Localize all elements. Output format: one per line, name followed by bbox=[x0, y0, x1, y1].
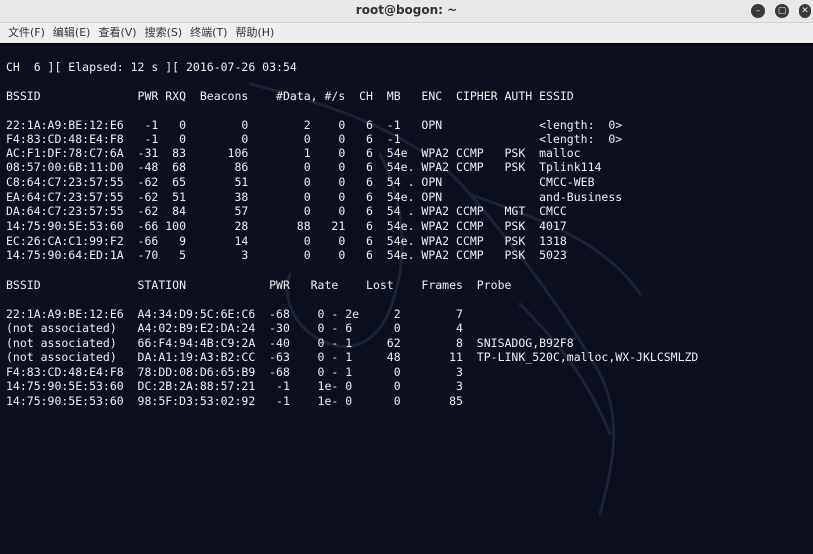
menu-file[interactable]: 文件(F) bbox=[4, 23, 49, 43]
ap-row: C8:64:C7:23:57:55 -62 65 51 0 0 6 54 . O… bbox=[6, 175, 595, 189]
ap-row: AC:F1:DF:78:C7:6A -31 83 106 1 0 6 54e W… bbox=[6, 146, 581, 160]
ap-row: 08:57:00:6B:11:D0 -48 68 86 0 0 6 54e. W… bbox=[6, 160, 602, 174]
menu-terminal[interactable]: 终端(T) bbox=[186, 23, 231, 43]
ap-row: F4:83:CD:48:E4:F8 -1 0 0 0 0 6 -1 <lengt… bbox=[6, 132, 623, 146]
window-titlebar[interactable]: root@bogon: ~ – ▢ ✕ bbox=[0, 0, 813, 23]
minimize-icon[interactable]: – bbox=[751, 4, 765, 18]
ap-row: 14:75:90:5E:53:60 -66 100 28 88 21 6 54e… bbox=[6, 219, 567, 233]
ap-row: EA:64:C7:23:57:55 -62 51 38 0 0 6 54e. O… bbox=[6, 190, 623, 204]
station-row: (not associated) 66:F4:94:4B:C9:2A -40 0… bbox=[6, 336, 574, 350]
menu-search[interactable]: 搜索(S) bbox=[141, 23, 187, 43]
ap-table-header: BSSID PWR RXQ Beacons #Data, #/s CH MB E… bbox=[6, 89, 574, 103]
terminal-area[interactable]: CH 6 ][ Elapsed: 12 s ][ 2016-07-26 03:5… bbox=[0, 44, 813, 554]
menu-view[interactable]: 查看(V) bbox=[94, 23, 140, 43]
ap-row: EC:26:CA:C1:99:F2 -66 9 14 0 0 6 54e. WP… bbox=[6, 234, 567, 248]
close-icon[interactable]: ✕ bbox=[799, 4, 811, 18]
station-row: 22:1A:A9:BE:12:E6 A4:34:D9:5C:6E:C6 -68 … bbox=[6, 307, 463, 321]
ap-row: 14:75:90:64:ED:1A -70 5 3 0 0 6 54e. WPA… bbox=[6, 248, 567, 262]
maximize-icon[interactable]: ▢ bbox=[775, 4, 789, 18]
station-row: (not associated) DA:A1:19:A3:B2:CC -63 0… bbox=[6, 350, 699, 364]
menu-edit[interactable]: 编辑(E) bbox=[49, 23, 95, 43]
ap-row: 22:1A:A9:BE:12:E6 -1 0 0 2 0 6 -1 OPN <l… bbox=[6, 118, 623, 132]
station-row: 14:75:90:5E:53:60 DC:2B:2A:88:57:21 -1 1… bbox=[6, 379, 463, 393]
ap-row: DA:64:C7:23:57:55 -62 84 57 0 0 6 54 . W… bbox=[6, 204, 567, 218]
station-row: 14:75:90:5E:53:60 98:5F:D3:53:02:92 -1 1… bbox=[6, 394, 463, 408]
menu-help[interactable]: 帮助(H) bbox=[231, 23, 278, 43]
menu-bar: 文件(F) 编辑(E) 查看(V) 搜索(S) 终端(T) 帮助(H) bbox=[0, 23, 813, 43]
station-row: F4:83:CD:48:E4:F8 78:DD:08:D6:65:B9 -68 … bbox=[6, 365, 463, 379]
station-table-header: BSSID STATION PWR Rate Lost Frames Probe bbox=[6, 278, 512, 292]
window-title: root@bogon: ~ bbox=[355, 3, 458, 17]
status-line: CH 6 ][ Elapsed: 12 s ][ 2016-07-26 03:5… bbox=[6, 60, 297, 74]
station-row: (not associated) A4:02:B9:E2:DA:24 -30 0… bbox=[6, 321, 463, 335]
